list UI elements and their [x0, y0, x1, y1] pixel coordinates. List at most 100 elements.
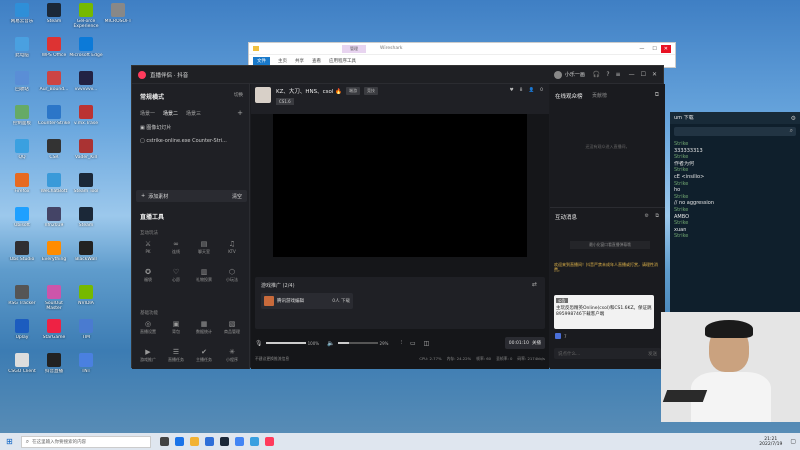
desktop-icon[interactable]: CSR [37, 139, 71, 165]
desktop-icon[interactable]: Ubisoft [5, 207, 39, 233]
promo-item[interactable]: 腾讯游戏编辑 0人 下载 [261, 293, 353, 309]
source-item-1[interactable]: ▣ 图像幻灯片 [140, 124, 171, 131]
source-item-2[interactable]: ▢ cstrike-online.exe Counter-Stri... [140, 138, 246, 144]
camera-icon[interactable]: ▭ [410, 340, 416, 347]
tab-audience[interactable]: 在线观众榜 [555, 92, 583, 100]
cover-image[interactable] [255, 87, 271, 103]
settings-icon[interactable]: ⚙ [645, 213, 649, 219]
end-stream-button[interactable]: 00:01:10 关播 [504, 337, 545, 349]
desktop-icon[interactable]: Vader_Kill [69, 139, 103, 165]
menu-icon[interactable]: ≡ [616, 71, 621, 78]
desktop-icon[interactable]: RSG Tracker [5, 285, 39, 311]
tool-button[interactable]: ✪ 福袋 [136, 268, 160, 283]
speaker-volume-slider[interactable] [337, 342, 378, 344]
desktop-icon[interactable]: WPS Office [37, 37, 71, 63]
desktop-icon[interactable]: Microsoft Edge [69, 37, 103, 63]
live-companion-icon[interactable] [264, 437, 274, 446]
desktop-icon[interactable]: SoulOut Master [37, 285, 71, 311]
desktop-icon[interactable]: Aur_Bound... [37, 71, 71, 97]
desktop-icon[interactable]: Obs Studio [5, 241, 39, 267]
qq-icon[interactable] [249, 437, 259, 446]
desktop-icon[interactable]: 网易云音乐 [5, 3, 39, 29]
tool-button[interactable]: ⚔ PK [136, 240, 160, 254]
desktop-icon[interactable]: CSGO Client [5, 353, 39, 379]
steam-icon[interactable] [219, 437, 229, 446]
help-icon[interactable]: ? [606, 71, 609, 78]
tool-button[interactable]: ♫ KTV [220, 240, 244, 254]
tool-button[interactable]: ▶ 游戏推广 [136, 348, 160, 363]
popout-icon[interactable]: ⧉ [655, 91, 659, 99]
desktop-icon[interactable]: Counter-Strike [37, 105, 71, 131]
add-scene-icon[interactable]: + [237, 109, 243, 117]
tool-button[interactable]: ▦ 数据统计 [192, 320, 216, 335]
desktop-icon[interactable]: QQ [5, 139, 39, 165]
close-icon[interactable]: ✕ [652, 71, 657, 78]
desktop-icon[interactable]: Everything [37, 241, 71, 267]
switch-button[interactable]: 切换 [234, 92, 243, 98]
desktop-icon[interactable]: NVIDIA [69, 285, 103, 311]
chat-input[interactable]: 说点什么... 发送 [554, 348, 661, 359]
maximize-icon[interactable]: ☐ [641, 71, 646, 78]
desktop-icon[interactable]: StarGame [37, 319, 71, 345]
desktop-icon[interactable]: TIM [69, 319, 103, 345]
tool-button[interactable]: ◎ 直播设置 [136, 320, 160, 335]
tab-scene-2[interactable]: 场景二 [163, 110, 178, 117]
mic-icon[interactable]: 🎙 [255, 340, 263, 347]
desktop-icon[interactable]: GeForce Experience [69, 3, 103, 29]
stream-preview[interactable] [273, 114, 527, 257]
ribbon-tab[interactable]: 共享 [295, 58, 304, 64]
live-companion-window[interactable]: 直播伴侣 · 抖音 小乐一画 🎧 ? ≡ — ☐ ✕ 常规横式 切换 场景一 场… [131, 65, 665, 369]
tab-scene-3[interactable]: 场景三 [186, 110, 201, 117]
desktop-icon[interactable]: 抖音直播 [37, 353, 71, 379]
desktop-icon[interactable]: Steam [69, 207, 103, 233]
tool-button[interactable]: ▤ 聊天室 [192, 240, 216, 255]
add-source-button[interactable]: + 添加素材 清空 [136, 190, 247, 202]
gear-icon[interactable]: ⚙ [791, 115, 796, 122]
terminal-window[interactable]: um 下载 ⚙ ⌕ Strike 333333313 Strike 作者为何 Strik… [670, 112, 800, 322]
popout-icon[interactable]: ⧉ [655, 213, 659, 219]
word-icon[interactable] [204, 437, 214, 446]
game-badge[interactable]: CS1.6 [276, 98, 294, 105]
ribbon-tab[interactable]: 主页 [278, 58, 287, 64]
tool-button[interactable]: ▥ 礼物投票 [192, 268, 216, 283]
tool-button[interactable]: ⬡ 小玩法 [220, 268, 244, 283]
desktop-icon[interactable]: v.mx.Trase [69, 105, 103, 131]
announcement-card[interactable]: 公告 主玩反恐精英Online(csol)和CS1.6KZ。保证跳8959987… [554, 295, 654, 329]
maximize-icon[interactable]: ☐ [652, 46, 656, 52]
desktop-icon[interactable]: WeChatBott [37, 173, 71, 199]
ribbon-tab[interactable]: 查看 [312, 58, 321, 64]
desktop-icon[interactable]: 回收站 [5, 71, 39, 97]
desktop-icon[interactable]: vvvvvvv... [69, 71, 103, 97]
tab-scene-1[interactable]: 场景一 [140, 110, 155, 117]
clear-button[interactable]: 清空 [232, 193, 242, 200]
tab-contributors[interactable]: 贡献榜 [592, 92, 607, 99]
desktop-icon[interactable]: 控制面板 [5, 105, 39, 131]
tool-button[interactable]: ▧ 商品管理 [220, 320, 244, 335]
headset-icon[interactable]: 🎧 [593, 71, 600, 78]
ribbon-tab[interactable]: 应用程序工具 [329, 58, 356, 64]
desktop-icon[interactable]: TNT [69, 353, 103, 379]
taskbar-search[interactable]: ⌕ 在这里输入你要搜索的内容 [20, 435, 151, 448]
desktop-icon[interactable]: Steam [37, 3, 71, 29]
mode-label[interactable]: 常规横式 [140, 92, 164, 101]
swap-icon[interactable]: ⇄ [532, 281, 537, 288]
tool-button[interactable]: ✳ 小程序 [220, 348, 244, 363]
avatar[interactable] [553, 70, 562, 79]
tool-button[interactable]: ☰ 直播任务 [164, 348, 188, 363]
speaker-icon[interactable]: 🔈 [327, 340, 334, 347]
user-name[interactable]: 小乐一画 [565, 71, 585, 78]
desktop-icon[interactable]: Steam Tool [69, 173, 103, 199]
send-button[interactable]: 发送 [648, 351, 657, 357]
tool-button[interactable]: ∞ 连线 [164, 240, 188, 255]
close-icon[interactable]: ✕ [660, 44, 671, 53]
desktop-icon[interactable]: MICROSOFT [101, 3, 135, 29]
equalizer-icon[interactable]: ⫶ [400, 339, 402, 347]
terminal-search[interactable]: ⌕ [674, 127, 796, 136]
desktop-icon[interactable]: Uplay [5, 319, 39, 345]
desktop-icon[interactable]: Firefox [5, 173, 39, 199]
desktop-icon[interactable]: 此电脑 [5, 37, 39, 63]
minimize-icon[interactable]: — [639, 46, 644, 52]
task-view-icon[interactable] [159, 437, 169, 446]
desktop-icon[interactable]: nfn2019 [37, 207, 71, 233]
desktop-icon[interactable]: BlackWall [69, 241, 103, 267]
